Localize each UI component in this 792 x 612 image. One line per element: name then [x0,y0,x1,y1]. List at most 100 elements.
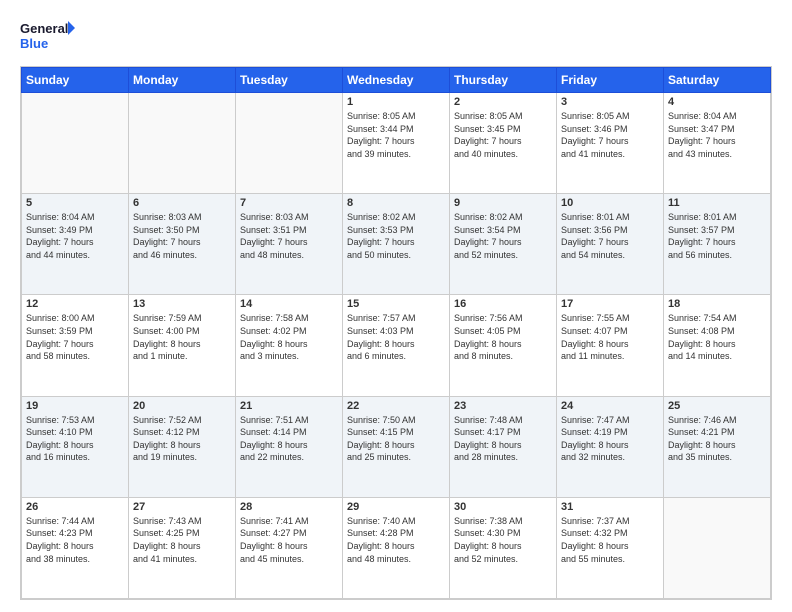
col-wednesday: Wednesday [343,68,450,93]
day-number: 23 [454,400,552,412]
day-info: Sunrise: 8:05 AMSunset: 3:45 PMDaylight:… [454,110,552,160]
calendar-cell: 13 Sunrise: 7:59 AMSunset: 4:00 PMDayligh… [129,295,236,396]
svg-text:General: General [20,21,68,36]
logo: General Blue [20,16,75,56]
calendar-cell: 5 Sunrise: 8:04 AMSunset: 3:49 PMDaylight… [22,194,129,295]
day-info: Sunrise: 7:50 AMSunset: 4:15 PMDaylight:… [347,414,445,464]
day-info: Sunrise: 7:58 AMSunset: 4:02 PMDaylight:… [240,312,338,362]
day-info: Sunrise: 8:05 AMSunset: 3:44 PMDaylight:… [347,110,445,160]
day-info: Sunrise: 8:02 AMSunset: 3:54 PMDaylight:… [454,211,552,261]
day-info: Sunrise: 7:46 AMSunset: 4:21 PMDaylight:… [668,414,766,464]
day-number: 19 [26,400,124,412]
col-sunday: Sunday [22,68,129,93]
calendar-cell: 8 Sunrise: 8:02 AMSunset: 3:53 PMDaylight… [343,194,450,295]
calendar-cell [664,497,771,598]
day-number: 12 [26,298,124,310]
calendar-cell: 14 Sunrise: 7:58 AMSunset: 4:02 PMDayligh… [236,295,343,396]
day-number: 10 [561,197,659,209]
day-info: Sunrise: 7:55 AMSunset: 4:07 PMDaylight:… [561,312,659,362]
calendar-cell: 25 Sunrise: 7:46 AMSunset: 4:21 PMDayligh… [664,396,771,497]
day-info: Sunrise: 8:01 AMSunset: 3:57 PMDaylight:… [668,211,766,261]
day-number: 31 [561,501,659,513]
col-saturday: Saturday [664,68,771,93]
calendar-cell: 21 Sunrise: 7:51 AMSunset: 4:14 PMDayligh… [236,396,343,497]
calendar-cell: 20 Sunrise: 7:52 AMSunset: 4:12 PMDayligh… [129,396,236,497]
calendar-cell: 23 Sunrise: 7:48 AMSunset: 4:17 PMDayligh… [450,396,557,497]
day-number: 25 [668,400,766,412]
day-info: Sunrise: 7:37 AMSunset: 4:32 PMDaylight:… [561,515,659,565]
calendar-cell: 30Sunrise: 7:38 AMSunset: 4:30 PMDayligh… [450,497,557,598]
svg-text:Blue: Blue [20,36,48,51]
day-info: Sunrise: 7:51 AMSunset: 4:14 PMDaylight:… [240,414,338,464]
calendar-cell: 26 Sunrise: 7:44 AMSunset: 4:23 PMDayligh… [22,497,129,598]
calendar-cell: 2 Sunrise: 8:05 AMSunset: 3:45 PMDaylight… [450,93,557,194]
day-number: 28 [240,501,338,513]
day-info: Sunrise: 7:44 AMSunset: 4:23 PMDaylight:… [26,515,124,565]
day-info: Sunrise: 8:03 AMSunset: 3:51 PMDaylight:… [240,211,338,261]
calendar-cell [22,93,129,194]
day-info: Sunrise: 7:54 AMSunset: 4:08 PMDaylight:… [668,312,766,362]
day-info: Sunrise: 7:48 AMSunset: 4:17 PMDaylight:… [454,414,552,464]
calendar-cell: 12 Sunrise: 8:00 AMSunset: 3:59 PMDayligh… [22,295,129,396]
col-tuesday: Tuesday [236,68,343,93]
calendar-cell: 1 Sunrise: 8:05 AMSunset: 3:44 PMDaylight… [343,93,450,194]
day-info: Sunrise: 7:40 AMSunset: 4:28 PMDaylight:… [347,515,445,565]
day-info: Sunrise: 7:43 AMSunset: 4:25 PMDaylight:… [133,515,231,565]
calendar-cell: 9Sunrise: 8:02 AMSunset: 3:54 PMDaylight… [450,194,557,295]
logo-svg: General Blue [20,16,75,56]
day-info: Sunrise: 7:57 AMSunset: 4:03 PMDaylight:… [347,312,445,362]
calendar-cell: 15 Sunrise: 7:57 AMSunset: 4:03 PMDayligh… [343,295,450,396]
calendar-cell: 24 Sunrise: 7:47 AMSunset: 4:19 PMDayligh… [557,396,664,497]
day-number: 4 [668,96,766,108]
day-number: 13 [133,298,231,310]
day-info: Sunrise: 7:38 AMSunset: 4:30 PMDaylight:… [454,515,552,565]
day-number: 20 [133,400,231,412]
day-number: 1 [347,96,445,108]
calendar-cell: 11 Sunrise: 8:01 AMSunset: 3:57 PMDayligh… [664,194,771,295]
calendar-cell: 7 Sunrise: 8:03 AMSunset: 3:51 PMDaylight… [236,194,343,295]
calendar: Sunday Monday Tuesday Wednesday Thursday… [20,66,772,600]
col-thursday: Thursday [450,68,557,93]
calendar-cell [236,93,343,194]
day-info: Sunrise: 7:47 AMSunset: 4:19 PMDaylight:… [561,414,659,464]
day-number: 29 [347,501,445,513]
day-number: 16 [454,298,552,310]
day-info: Sunrise: 8:00 AMSunset: 3:59 PMDaylight:… [26,312,124,362]
calendar-cell: 22Sunrise: 7:50 AMSunset: 4:15 PMDayligh… [343,396,450,497]
col-friday: Friday [557,68,664,93]
calendar-header-row: Sunday Monday Tuesday Wednesday Thursday… [22,68,771,93]
calendar-cell: 27 Sunrise: 7:43 AMSunset: 4:25 PMDayligh… [129,497,236,598]
calendar-cell: 18 Sunrise: 7:54 AMSunset: 4:08 PMDayligh… [664,295,771,396]
day-info: Sunrise: 8:04 AMSunset: 3:49 PMDaylight:… [26,211,124,261]
day-number: 3 [561,96,659,108]
page: General Blue Sunday Monday Tuesday Wedne… [0,0,792,612]
day-number: 14 [240,298,338,310]
calendar-week-row: 26 Sunrise: 7:44 AMSunset: 4:23 PMDayligh… [22,497,771,598]
calendar-cell: 10Sunrise: 8:01 AMSunset: 3:56 PMDayligh… [557,194,664,295]
day-number: 8 [347,197,445,209]
calendar-week-row: 19Sunrise: 7:53 AMSunset: 4:10 PMDayligh… [22,396,771,497]
day-number: 18 [668,298,766,310]
day-number: 24 [561,400,659,412]
day-number: 5 [26,197,124,209]
day-info: Sunrise: 8:02 AMSunset: 3:53 PMDaylight:… [347,211,445,261]
calendar-cell: 29 Sunrise: 7:40 AMSunset: 4:28 PMDayligh… [343,497,450,598]
day-number: 11 [668,197,766,209]
calendar-cell [129,93,236,194]
day-info: Sunrise: 8:03 AMSunset: 3:50 PMDaylight:… [133,211,231,261]
day-number: 6 [133,197,231,209]
calendar-cell: 28Sunrise: 7:41 AMSunset: 4:27 PMDayligh… [236,497,343,598]
day-info: Sunrise: 7:56 AMSunset: 4:05 PMDaylight:… [454,312,552,362]
calendar-cell: 6 Sunrise: 8:03 AMSunset: 3:50 PMDaylight… [129,194,236,295]
day-number: 21 [240,400,338,412]
day-info: Sunrise: 7:52 AMSunset: 4:12 PMDaylight:… [133,414,231,464]
day-number: 15 [347,298,445,310]
header: General Blue [20,16,772,56]
calendar-cell: 3Sunrise: 8:05 AMSunset: 3:46 PMDaylight… [557,93,664,194]
day-number: 2 [454,96,552,108]
day-info: Sunrise: 7:59 AMSunset: 4:00 PMDaylight:… [133,312,231,362]
calendar-cell: 19Sunrise: 7:53 AMSunset: 4:10 PMDayligh… [22,396,129,497]
day-number: 26 [26,501,124,513]
day-number: 27 [133,501,231,513]
day-number: 7 [240,197,338,209]
